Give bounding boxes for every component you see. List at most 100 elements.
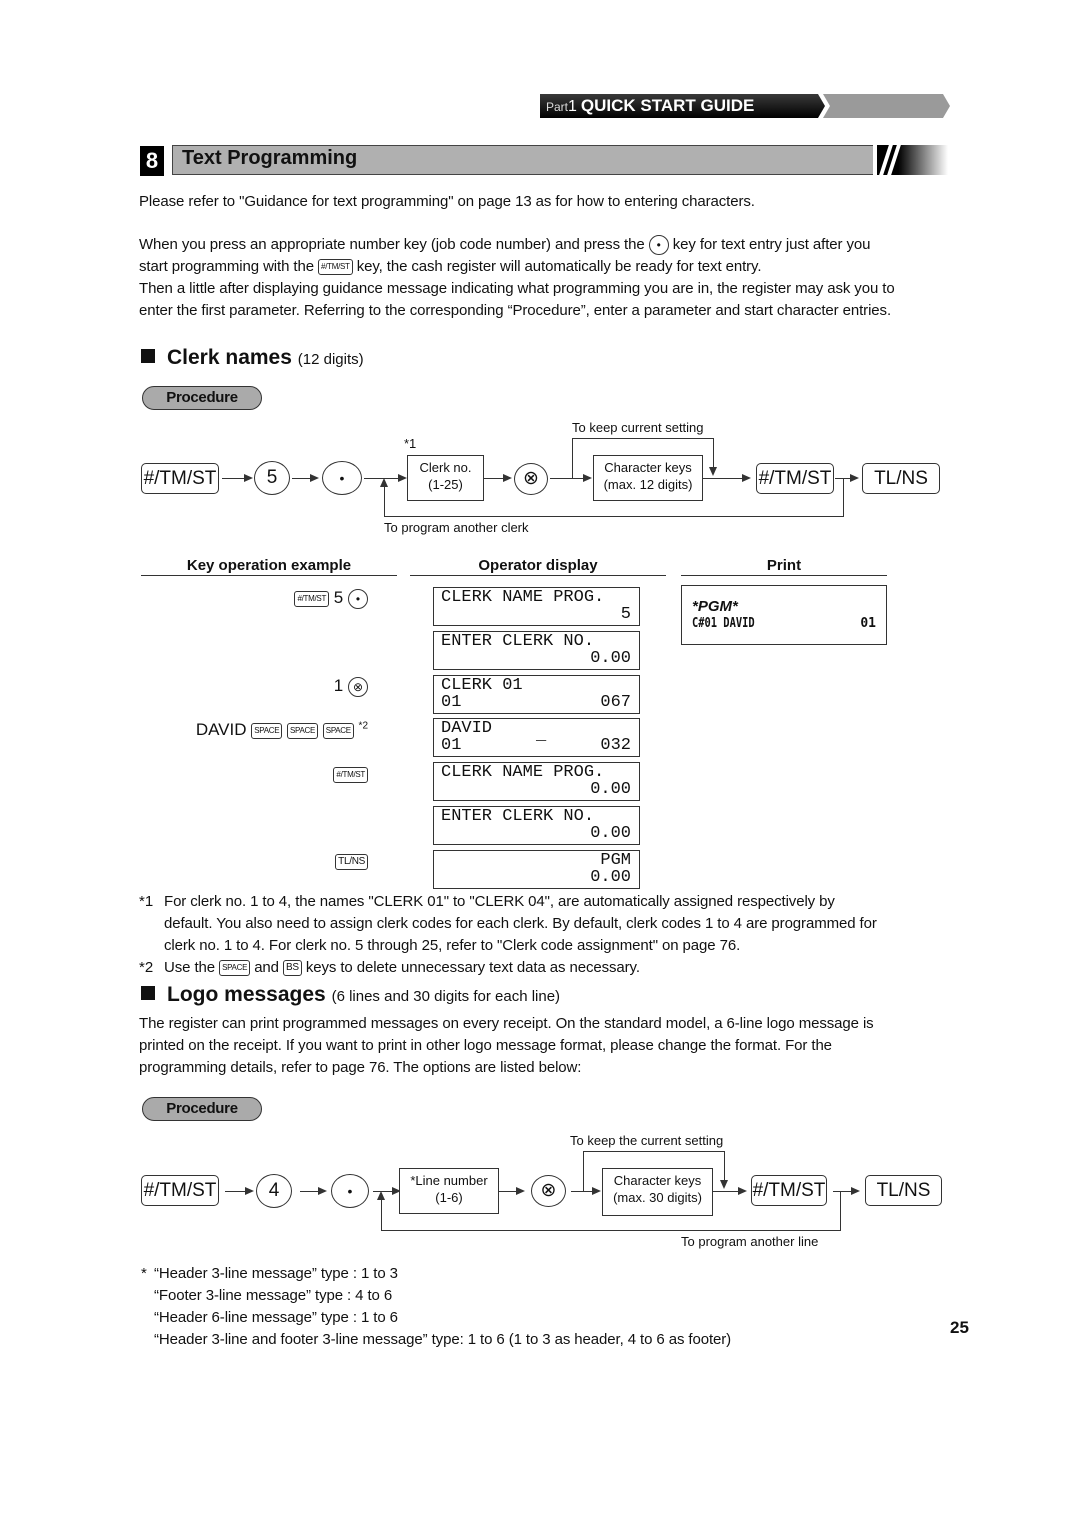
print-line2-right: 01	[860, 616, 876, 631]
space-key-icon: SPACE	[287, 723, 319, 739]
arrow-head	[318, 1187, 327, 1195]
arrow-head	[851, 1187, 860, 1195]
loop-line	[384, 486, 386, 517]
option-item: “Header 6-line message” type : 1 to 6	[154, 1309, 398, 1326]
display-line2: 5	[441, 606, 631, 623]
keep-setting-label: To keep the current setting	[570, 1133, 724, 1148]
operator-display: PGM 0.00	[433, 850, 640, 889]
arrow-head	[583, 474, 592, 482]
operator-display: CLERK 01 01 067	[433, 675, 640, 714]
bypass-line	[572, 438, 574, 478]
arrow-head	[709, 467, 717, 476]
character-keys-box: Character keys (max. 30 digits)	[602, 1168, 713, 1216]
display-right: 0.00	[590, 780, 631, 799]
tmst-key: #/TM/ST	[141, 463, 219, 494]
line-box-line1: *Line number	[410, 1173, 488, 1188]
arrow-head	[245, 1187, 254, 1195]
arrow-line	[499, 1191, 517, 1193]
arrow-head	[310, 474, 319, 482]
multiply-key-icon: ⊗	[348, 677, 368, 697]
arrow-head	[738, 1187, 747, 1195]
arrow-line	[300, 1191, 320, 1193]
arrow-head	[377, 1191, 385, 1200]
intro-text: When you press an appropriate number key…	[139, 236, 645, 253]
bypass-line	[724, 1151, 726, 1181]
section-number: 8	[140, 146, 164, 176]
character-keys-box: Character keys (max. 12 digits)	[593, 455, 703, 501]
print-line2-left: C#01 DAVID	[692, 616, 755, 631]
part-title: Part1 QUICK START GUIDE	[546, 96, 754, 116]
loop-line	[381, 1230, 841, 1232]
procedure-label: Procedure	[142, 386, 262, 410]
page-number: 25	[950, 1318, 969, 1337]
dot-key: •	[331, 1174, 369, 1208]
display-line2: 0.00	[441, 781, 631, 798]
display-right: 0.00	[590, 649, 631, 668]
footnote-1-line2: default. You also need to assign clerk c…	[164, 915, 877, 932]
part-number: 1	[568, 98, 577, 115]
dot-key-icon: •	[648, 235, 669, 255]
display-right: 067	[600, 693, 631, 712]
display-line1: ENTER CLERK NO.	[441, 632, 595, 651]
loop-line	[381, 1199, 383, 1231]
clerk-heading-note: (12 digits)	[297, 351, 364, 368]
arrow-head	[244, 474, 253, 482]
multiply-key: ⊗	[531, 1175, 566, 1207]
loop-line	[384, 516, 844, 518]
tmst-key-icon: #/TM/ST	[333, 767, 368, 783]
tlns-key: TL/NS	[865, 1175, 942, 1206]
char-box-line1: Character keys	[604, 460, 692, 475]
logo-heading-text: Logo messages	[167, 983, 326, 1006]
space-key-icon: SPACE	[219, 960, 251, 976]
keyop-row-5: #/TM/ST	[333, 764, 368, 784]
footnote-text: keys to delete unnecessary text data as …	[305, 959, 640, 976]
arrow-head	[398, 474, 407, 482]
display-line1: CLERK NAME PROG.	[441, 588, 605, 607]
display-right: 0.00	[590, 824, 631, 843]
arrow-head	[380, 478, 388, 487]
procedure-label: Procedure	[142, 1097, 262, 1121]
options-mark: *	[141, 1265, 147, 1282]
arrow-head	[503, 474, 512, 482]
keyop-row-4: DAVID SPACE SPACE SPACE *2	[196, 720, 368, 740]
loop-line	[843, 478, 845, 517]
intro-paragraph-2-line1: When you press an appropriate number key…	[139, 234, 870, 256]
section-title: Text Programming	[182, 147, 358, 169]
arrow-line	[292, 478, 312, 480]
bypass-line	[713, 438, 715, 468]
section-title-bar: Text Programming	[172, 145, 948, 175]
arrow-head	[850, 474, 859, 482]
display-right: 0.00	[590, 868, 631, 887]
arrow-line	[550, 478, 584, 480]
footnote-1-mark: *1	[139, 893, 154, 910]
tmst-key-icon: #/TM/ST	[318, 259, 353, 275]
logo-desc-line3: programming details, refer to page 76. T…	[139, 1059, 582, 1076]
option-item: “Header 3-line and footer 3-line message…	[154, 1331, 732, 1348]
intro-paragraph-3-line2: enter the first parameter. Referring to …	[139, 302, 892, 319]
footnote-2-text: Use the SPACE and BS keys to delete unne…	[164, 957, 640, 979]
column-print: Print	[681, 557, 887, 576]
intro-text: key, the cash register will automaticall…	[356, 258, 762, 275]
footnote-text: Use the	[164, 959, 215, 976]
dot-key: •	[322, 461, 362, 495]
bypass-line	[572, 438, 714, 440]
char-box-line2: (max. 30 digits)	[613, 1190, 702, 1205]
line-number-box: *Line number (1-6)	[399, 1168, 499, 1214]
footnote-ref-1: *1	[404, 436, 417, 451]
arrow-line	[571, 1191, 593, 1193]
arrow-line	[833, 1191, 851, 1193]
part-header-tab: Part1 QUICK START GUIDE	[540, 94, 950, 120]
clerk-box-line1: Clerk no.	[419, 460, 472, 475]
intro-paragraph-1: Please refer to "Guidance for text progr…	[139, 193, 755, 210]
print-receipt: *PGM* C#01 DAVID 01	[681, 585, 887, 645]
bypass-line	[583, 1151, 725, 1153]
display-line2: 0.00	[441, 869, 631, 886]
clerk-box-line2: (1-25)	[428, 477, 463, 492]
footnote-2-mark: *2	[139, 959, 154, 976]
display-line1: CLERK 01	[441, 676, 523, 695]
clerk-names-heading: Clerk names (12 digits)	[141, 346, 364, 370]
intro-paragraph-3-line1: Then a little after displaying guidance …	[139, 280, 895, 297]
char-box-line1: Character keys	[613, 1173, 702, 1188]
arrow-line	[484, 478, 504, 480]
operator-display: CLERK NAME PROG. 0.00	[433, 762, 640, 801]
